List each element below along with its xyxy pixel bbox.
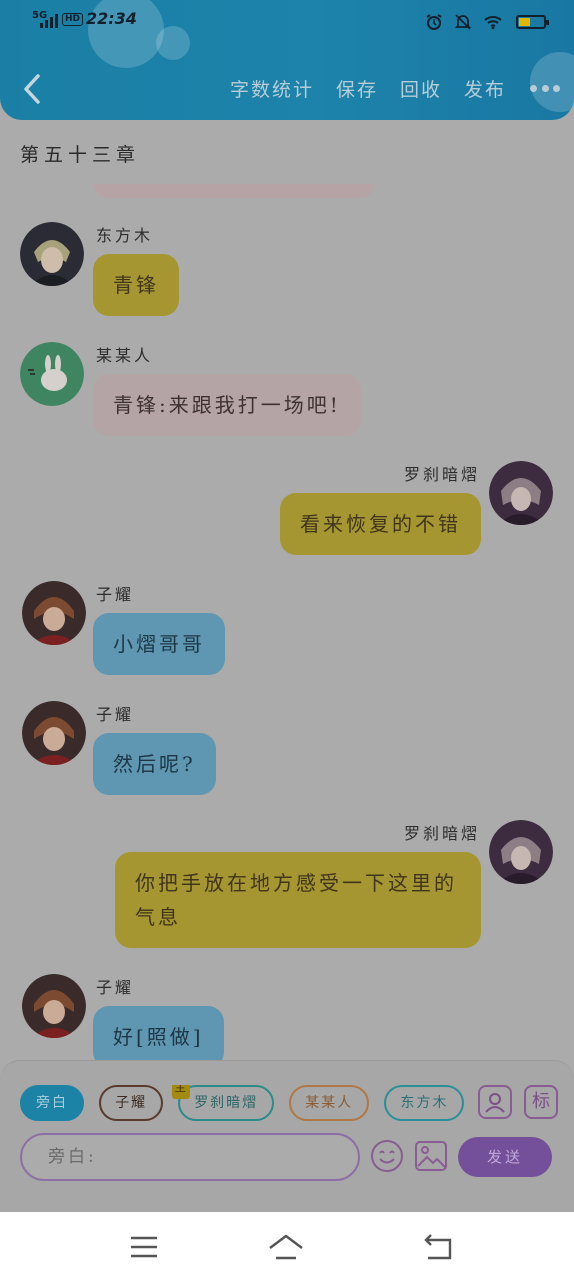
message-bubble[interactable]: 看来恢复的不错 <box>280 493 481 555</box>
sender-name: 子耀 <box>96 705 135 724</box>
chevron-left-icon[interactable] <box>18 72 46 106</box>
role-chip-label: 罗刹暗熠 <box>194 1095 259 1111</box>
mute-bell-icon <box>454 13 471 30</box>
avatar[interactable] <box>20 342 84 406</box>
send-button[interactable]: 发送 <box>458 1137 552 1177</box>
top-header: 5G HD 22:34 字数统计 保存 回收 发布 <box>0 0 574 120</box>
message-bubble[interactable]: 小熠哥哥 <box>93 613 225 675</box>
message-bubble[interactable]: 青锋:来跟我打一场吧! <box>93 374 361 436</box>
sender-name: 某某人 <box>96 346 154 365</box>
role-chip-dongfangmu[interactable]: 东方木 <box>384 1085 465 1121</box>
person-portrait-icon[interactable] <box>478 1085 512 1119</box>
chapter-title: 第五十三章 <box>20 144 141 166</box>
message-bubble[interactable]: 然后呢? <box>93 733 216 795</box>
role-selector: 旁白 子耀 主罗刹暗熠 某某人 东方木 <box>20 1085 470 1123</box>
previous-bubble-edge <box>94 184 374 198</box>
sender-name: 子耀 <box>96 585 135 604</box>
role-chip-moumouren[interactable]: 某某人 <box>289 1085 370 1121</box>
message-bubble[interactable]: 你把手放在地方感受一下这里的气息 <box>115 852 481 948</box>
role-chip-luosha[interactable]: 主罗刹暗熠 <box>172 1085 275 1121</box>
header-menu: 字数统计 保存 回收 发布 <box>230 74 560 102</box>
wifi-icon <box>484 15 502 29</box>
sender-name: 东方木 <box>96 226 154 245</box>
menu-icon[interactable] <box>124 1230 164 1264</box>
message-input[interactable] <box>20 1133 360 1181</box>
word-count-button[interactable]: 字数统计 <box>230 75 314 102</box>
avatar[interactable] <box>22 581 86 645</box>
clock-time: 22:34 <box>86 9 137 28</box>
avatar[interactable] <box>489 461 553 525</box>
more-horizontal-icon[interactable] <box>530 83 560 93</box>
status-bar: 5G HD 22:34 <box>0 8 574 34</box>
battery-icon <box>516 14 549 29</box>
alarm-icon <box>426 13 442 30</box>
sender-name: 罗刹暗熠 <box>403 824 480 843</box>
sender-name: 罗刹暗熠 <box>403 465 480 484</box>
message-bubble[interactable]: 青锋 <box>93 254 179 316</box>
role-chip-narrator[interactable]: 旁白 <box>20 1085 84 1121</box>
avatar[interactable] <box>20 222 84 286</box>
system-navigation-bar <box>0 1212 574 1280</box>
mark-button[interactable]: 标 <box>524 1085 558 1119</box>
back-icon[interactable] <box>418 1230 458 1264</box>
avatar[interactable] <box>22 701 86 765</box>
avatar[interactable] <box>489 820 553 884</box>
message-bubble[interactable]: 好[照做] <box>93 1006 224 1068</box>
home-icon[interactable] <box>266 1230 306 1264</box>
save-button[interactable]: 保存 <box>336 75 378 102</box>
sender-name: 子耀 <box>96 978 135 997</box>
role-chip-ziyao[interactable]: 子耀 <box>99 1085 164 1121</box>
publish-button[interactable]: 发布 <box>464 75 506 102</box>
smiley-icon[interactable] <box>370 1139 404 1173</box>
hd-badge: HD <box>62 13 84 26</box>
main-role-badge: 主 <box>172 1085 191 1099</box>
signal-icon <box>40 14 60 28</box>
avatar[interactable] <box>22 974 86 1038</box>
image-icon[interactable] <box>414 1140 448 1172</box>
recycle-button[interactable]: 回收 <box>400 75 442 102</box>
